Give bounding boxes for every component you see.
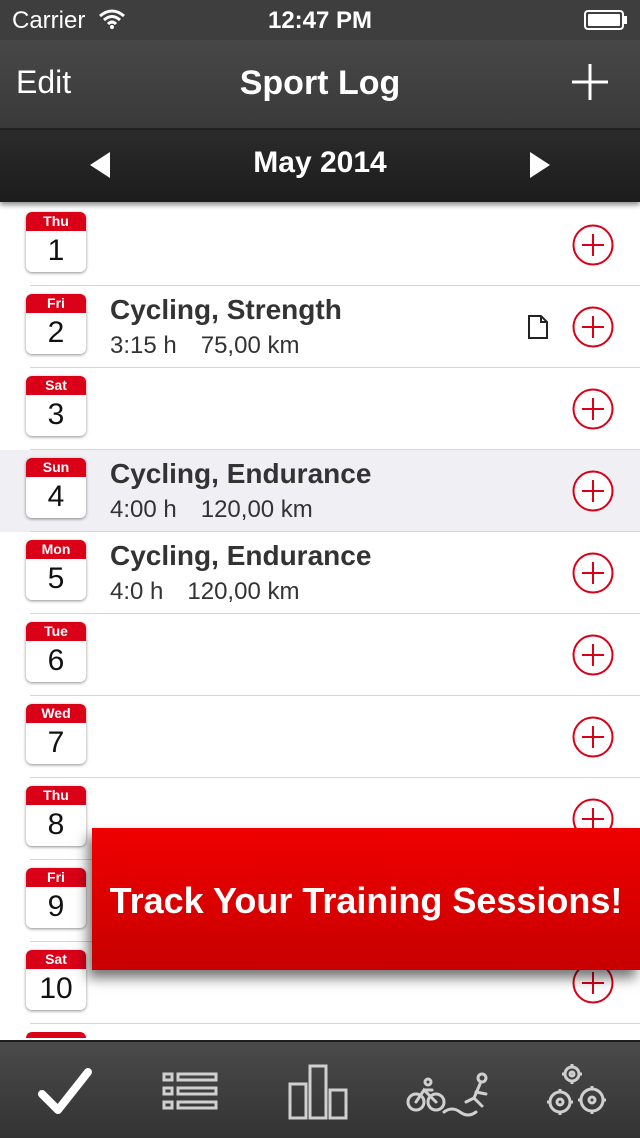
calendar-date-icon: Sat 10 (26, 950, 86, 1010)
day-number: 7 (47, 726, 65, 759)
day-row[interactable]: Thu 1 (0, 204, 640, 286)
day-number: 9 (47, 890, 65, 923)
day-number: 6 (47, 644, 65, 677)
status-bar: Carrier 12:47 PM (0, 0, 640, 40)
checkmark-icon[interactable] (32, 1062, 96, 1122)
day-row-partial (0, 1024, 640, 1038)
day-number: 10 (39, 972, 73, 1005)
workout-title: Cycling, Endurance (110, 540, 372, 571)
add-workout-circle-plus-icon[interactable] (572, 634, 614, 676)
day-row[interactable]: Sat 3 (0, 368, 640, 450)
day-number: 8 (47, 808, 65, 841)
tab-bar (0, 1040, 640, 1138)
clock: 12:47 PM (267, 7, 373, 34)
month-selector: May 2014 (0, 130, 640, 202)
settings-gears-icon[interactable] (546, 1062, 610, 1122)
day-of-week-label: Fri (26, 294, 86, 313)
day-of-week-label: Thu (26, 786, 86, 805)
workout-title: Cycling, Strength (110, 294, 342, 325)
workout-title: Cycling, Endurance (110, 458, 372, 489)
bar-chart-icon[interactable] (286, 1062, 350, 1122)
workout-distance: 120,00 km (187, 578, 300, 605)
add-workout-circle-plus-icon[interactable] (572, 224, 614, 266)
day-of-week-label: Fri (26, 868, 86, 887)
calendar-date-icon: Tue 6 (26, 622, 86, 682)
day-of-week-label: Sun (26, 458, 86, 477)
day-of-week-label: Thu (26, 212, 86, 231)
day-row[interactable]: Fri 2 Cycling, Strength 3:15 h 75,00 km (0, 286, 640, 368)
calendar-date-icon: Thu 8 (26, 786, 86, 846)
calendar-date-icon: Sat 3 (26, 376, 86, 436)
next-month-arrow-icon[interactable] (528, 150, 552, 180)
add-entry-plus-icon[interactable] (570, 62, 610, 102)
workout-distance: 75,00 km (200, 332, 300, 359)
day-row[interactable]: Tue 6 (0, 614, 640, 696)
workout-duration: 4:00 h (110, 496, 177, 523)
promo-banner[interactable]: Track Your Training Sessions! (92, 828, 640, 970)
add-workout-circle-plus-icon[interactable] (572, 552, 614, 594)
day-number: 3 (47, 398, 65, 431)
note-document-icon (528, 315, 548, 339)
calendar-date-icon: Sun 4 (26, 458, 86, 518)
page-title: Sport Log (239, 64, 401, 102)
calendar-date-icon: Thu 1 (26, 212, 86, 272)
triathlon-icon[interactable] (406, 1062, 494, 1122)
add-workout-circle-plus-icon[interactable] (572, 306, 614, 348)
calendar-date-icon (26, 1032, 86, 1038)
add-workout-circle-plus-icon[interactable] (572, 716, 614, 758)
battery-icon (584, 10, 627, 30)
day-row[interactable]: Mon 5 Cycling, Endurance 4:0 h 120,00 km (0, 532, 640, 614)
list-icon[interactable] (158, 1062, 222, 1122)
day-row[interactable]: Wed 7 (0, 696, 640, 778)
day-of-week-label: Mon (26, 540, 86, 559)
navigation-bar: Edit Sport Log (0, 40, 640, 130)
day-number: 4 (47, 480, 65, 513)
day-of-week-label: Sat (26, 376, 86, 395)
day-number: 5 (47, 562, 65, 595)
workout-distance: 120,00 km (200, 496, 313, 523)
workout-summary: 3:15 h 75,00 km (110, 332, 299, 360)
workout-duration: 3:15 h (110, 332, 177, 359)
day-of-week-label: Sat (26, 950, 86, 969)
add-workout-circle-plus-icon[interactable] (572, 388, 614, 430)
day-row[interactable]: Sun 4 Cycling, Endurance 4:00 h 120,00 km (0, 450, 640, 532)
workout-duration: 4:0 h (110, 578, 164, 605)
day-number: 2 (47, 316, 65, 349)
calendar-date-icon: Mon 5 (26, 540, 86, 600)
calendar-date-icon: Fri 9 (26, 868, 86, 928)
workout-summary: 4:0 h 120,00 km (110, 578, 299, 606)
day-of-week-label: Wed (26, 704, 86, 723)
promo-banner-text: Track Your Training Sessions! (109, 880, 623, 921)
calendar-date-icon: Fri 2 (26, 294, 86, 354)
add-workout-circle-plus-icon[interactable] (572, 470, 614, 512)
calendar-date-icon: Wed 7 (26, 704, 86, 764)
workout-summary: 4:00 h 120,00 km (110, 496, 313, 524)
day-of-week-label: Tue (26, 622, 86, 641)
day-number: 1 (47, 234, 65, 267)
